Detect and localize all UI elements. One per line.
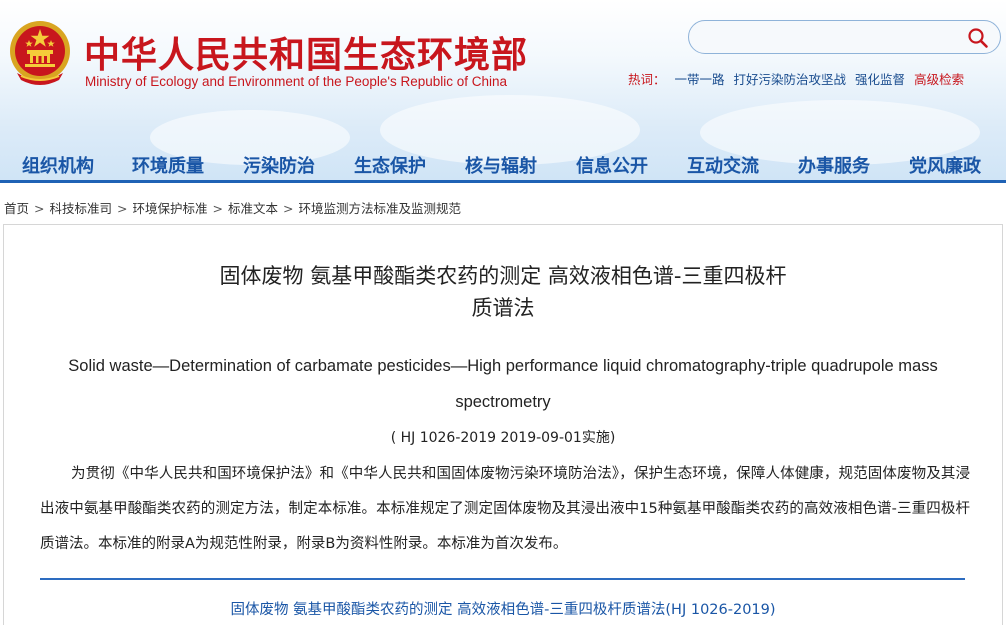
search-input[interactable] (703, 27, 953, 49)
content-divider (40, 578, 965, 580)
breadcrumb-item[interactable]: 环境保护标准 (133, 201, 208, 216)
document-code: ( HJ 1026-2019 2019-09-01实施) (390, 430, 616, 446)
breadcrumb-item[interactable]: 标准文本 (228, 201, 278, 216)
nav-item-ecological-protection[interactable]: 生态保护 (354, 152, 426, 178)
nav-item-organization[interactable]: 组织机构 (22, 152, 94, 178)
breadcrumb-separator: > (34, 201, 45, 216)
document-title-line: 质谱法 (471, 296, 535, 320)
document-title-english: Solid waste—Determination of carbamate p… (68, 357, 938, 411)
breadcrumb-item-current[interactable]: 环境监测方法标准及监测规范 (299, 201, 462, 216)
nav-item-information-disclosure[interactable]: 信息公开 (576, 152, 648, 178)
hotword-link[interactable]: 打好污染防治攻坚战 (734, 72, 847, 87)
hotwords-label: 热词： (628, 72, 666, 87)
hotwords-bar: 热词： 一带一路 打好污染防治攻坚战 强化监督 高级检索 (628, 69, 964, 88)
document-title: 固体废物 氨基甲酸酯类农药的测定 高效液相色谱-三重四极杆 质谱法 (0, 260, 1006, 324)
breadcrumb-item[interactable]: 科技标准司 (50, 201, 113, 216)
nav-item-party-conduct[interactable]: 党风廉政 (909, 152, 981, 178)
site-subtitle-english: Ministry of Ecology and Environment of t… (85, 74, 508, 89)
breadcrumb-separator: > (283, 201, 294, 216)
site-title: 中华人民共和国生态环境部 (84, 35, 529, 76)
main-nav: 组织机构 环境质量 污染防治 生态保护 核与辐射 信息公开 互动交流 办事服务 … (0, 150, 1006, 182)
national-emblem-icon (10, 21, 70, 85)
search-icon[interactable] (966, 26, 990, 50)
nav-item-nuclear-radiation[interactable]: 核与辐射 (465, 152, 537, 178)
nav-item-pollution-control[interactable]: 污染防治 (243, 152, 315, 178)
breadcrumb: 首页 > 科技标准司 > 环境保护标准 > 标准文本 > 环境监测方法标准及监测规范 (4, 198, 461, 217)
document-title-line: 固体废物 氨基甲酸酯类农药的测定 高效液相色谱-三重四极杆 (219, 264, 787, 288)
nav-underline (0, 180, 1006, 183)
nav-item-environment-quality[interactable]: 环境质量 (132, 152, 204, 178)
advanced-search-link[interactable]: 高级检索 (914, 72, 964, 87)
breadcrumb-separator: > (117, 201, 128, 216)
nav-item-interaction[interactable]: 互动交流 (687, 152, 759, 178)
hotword-link[interactable]: 强化监督 (855, 72, 905, 87)
attachment-link[interactable]: 固体废物 氨基甲酸酯类农药的测定 高效液相色谱-三重四极杆质谱法(HJ 1026… (0, 598, 1006, 619)
hotword-link[interactable]: 一带一路 (675, 72, 725, 87)
breadcrumb-home[interactable]: 首页 (4, 201, 29, 216)
breadcrumb-separator: > (212, 201, 223, 216)
site-header: 中华人民共和国生态环境部 Ministry of Ecology and Env… (0, 0, 1006, 183)
search-box (688, 20, 1001, 54)
document-body: 为贯彻《中华人民共和国环境保护法》和《中华人民共和国固体废物污染环境防治法》，保… (40, 466, 970, 552)
nav-item-services[interactable]: 办事服务 (798, 152, 870, 178)
